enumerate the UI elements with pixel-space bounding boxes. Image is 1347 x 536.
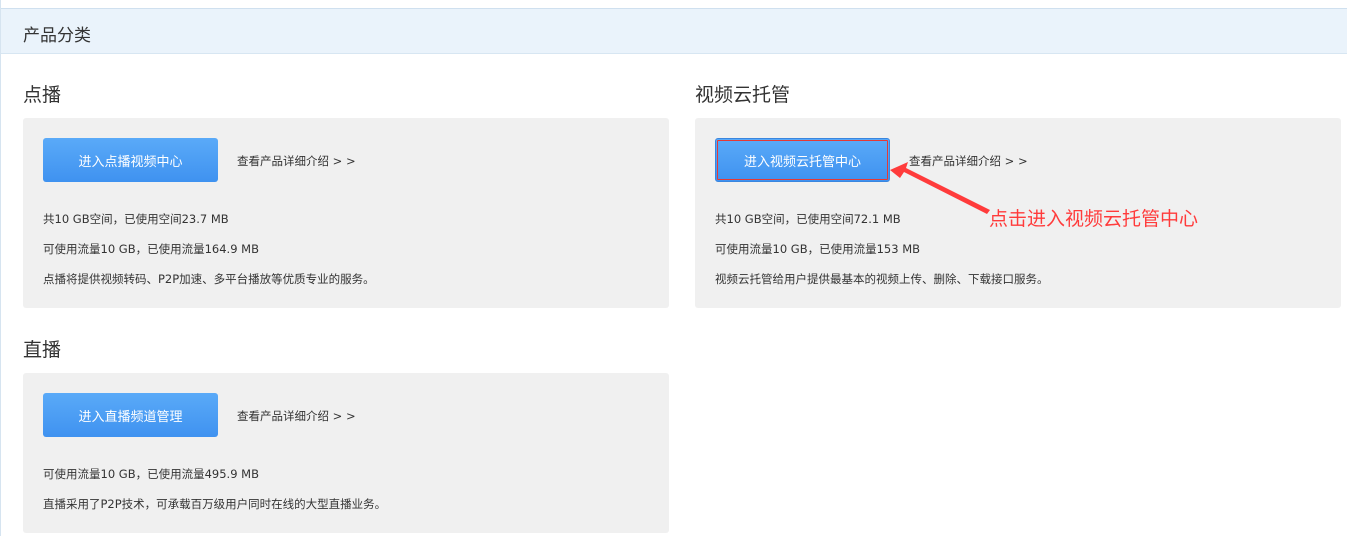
- vod-detail-link[interactable]: 查看产品详细介绍 > >: [237, 153, 356, 169]
- section-title-vod: 点播: [23, 84, 62, 106]
- annotation-text: 点击进入视频云托管中心: [989, 208, 1199, 230]
- category-header: 产品分类: [1, 8, 1347, 54]
- vod-storage-text: 共10 GB空间，已使用空间23.7 MB: [43, 212, 229, 226]
- enter-vod-center-button[interactable]: 进入点播视频中心: [43, 138, 218, 182]
- live-description: 直播采用了P2P技术，可承载百万级用户同时在线的大型直播业务。: [43, 497, 387, 511]
- live-card: 进入直播频道管理 查看产品详细介绍 > > 可使用流量10 GB，已使用流量49…: [23, 373, 669, 533]
- vod-traffic-text: 可使用流量10 GB，已使用流量164.9 MB: [43, 242, 259, 256]
- product-category-page: 产品分类 点播 进入点播视频中心 查看产品详细介绍 > > 共10 GB空间，已…: [0, 0, 1347, 536]
- page-title: 产品分类: [23, 26, 91, 46]
- enter-live-channel-button[interactable]: 进入直播频道管理: [43, 393, 218, 437]
- live-detail-link[interactable]: 查看产品详细介绍 > >: [237, 408, 356, 424]
- vod-description: 点播将提供视频转码、P2P加速、多平台播放等优质专业的服务。: [43, 272, 375, 286]
- cloud-description: 视频云托管给用户提供最基本的视频上传、删除、下载接口服务。: [715, 272, 1049, 286]
- section-title-live: 直播: [23, 339, 62, 361]
- enter-cloud-hosting-button[interactable]: 进入视频云托管中心: [715, 138, 890, 182]
- live-traffic-text: 可使用流量10 GB，已使用流量495.9 MB: [43, 467, 259, 481]
- annotation-arrow-icon: [890, 162, 990, 214]
- cloud-storage-text: 共10 GB空间，已使用空间72.1 MB: [715, 212, 901, 226]
- cloud-traffic-text: 可使用流量10 GB，已使用流量153 MB: [715, 242, 921, 256]
- vod-card: 进入点播视频中心 查看产品详细介绍 > > 共10 GB空间，已使用空间23.7…: [23, 118, 669, 308]
- section-title-cloud: 视频云托管: [695, 84, 791, 106]
